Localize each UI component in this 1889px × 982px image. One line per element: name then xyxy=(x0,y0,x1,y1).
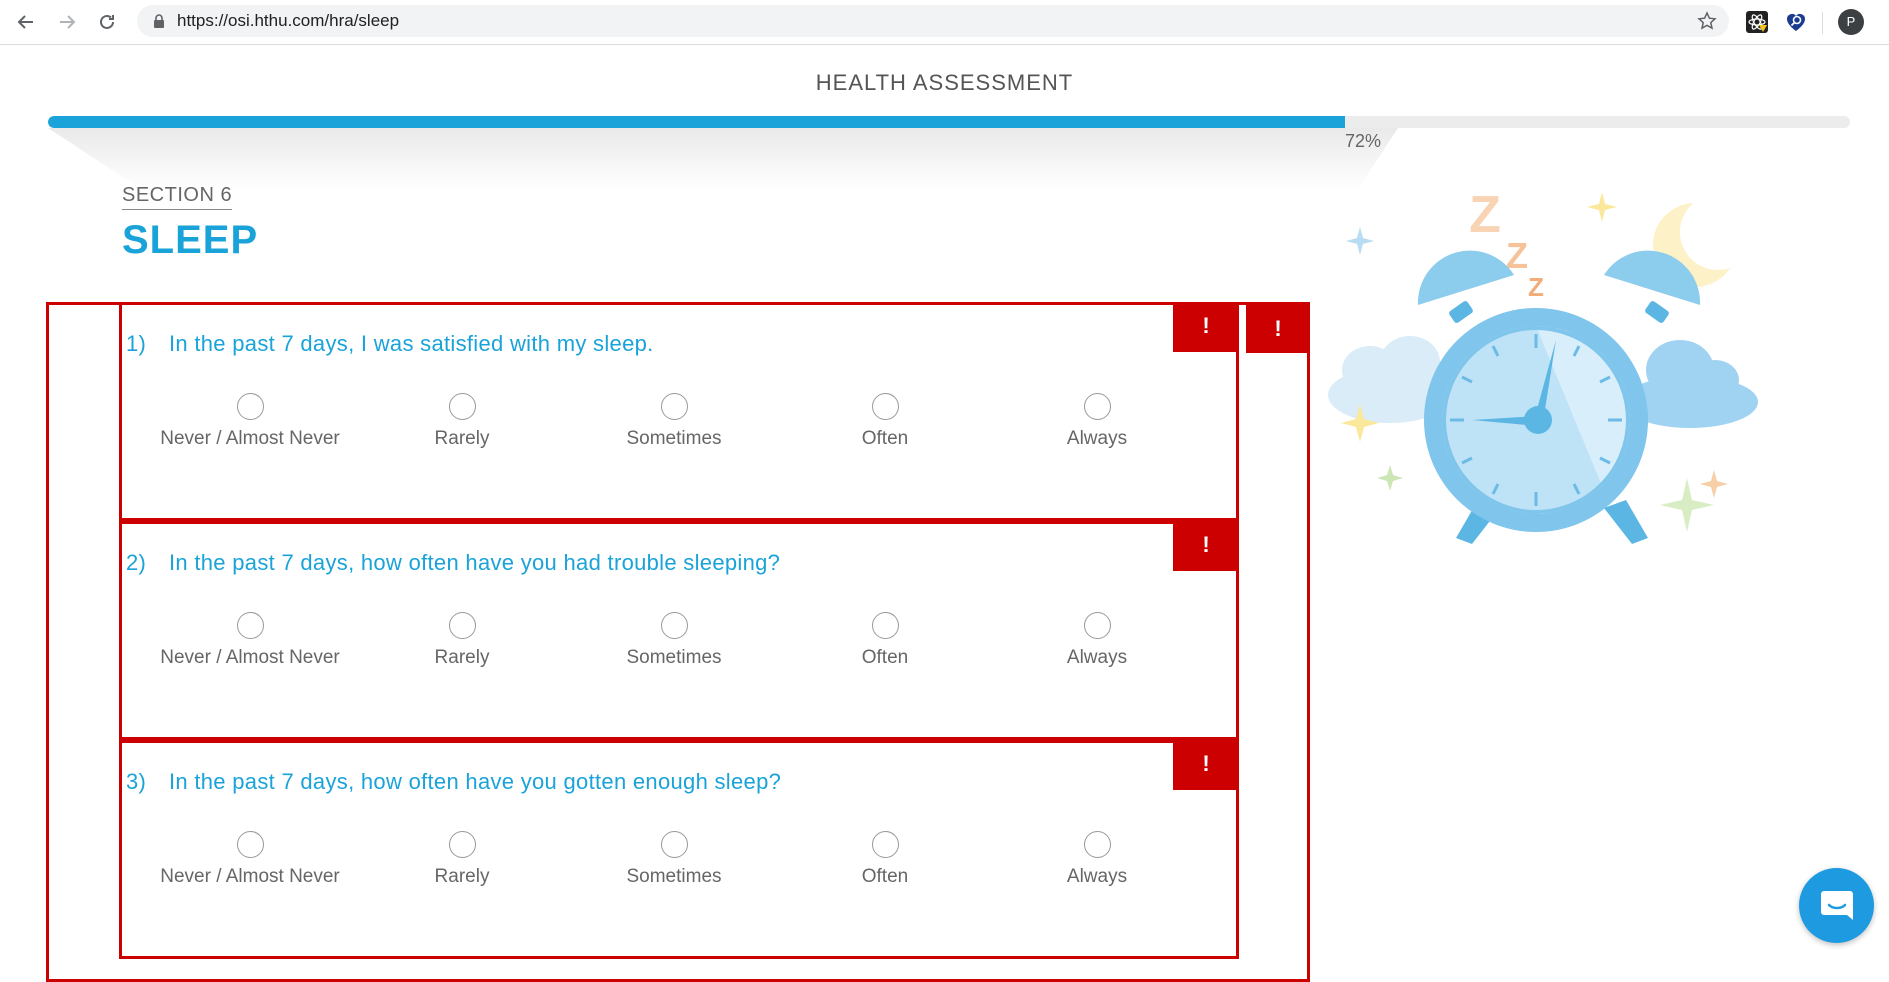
radio-button[interactable] xyxy=(871,393,899,420)
question-text: 2) In the past 7 days, how often have you… xyxy=(126,550,780,576)
option-label: Sometimes xyxy=(626,647,722,668)
question-number: 2) xyxy=(126,550,147,575)
radio-button[interactable] xyxy=(660,393,688,420)
assessment-title: HEALTH ASSESSMENT xyxy=(815,70,1074,95)
radio-button[interactable] xyxy=(448,393,476,420)
option-label: Often xyxy=(861,866,909,887)
question-card-2: ! 2) In the past 7 days, how often have y… xyxy=(119,521,1239,740)
option-label: Rarely xyxy=(434,866,490,887)
option-label: Often xyxy=(861,428,909,449)
option-never[interactable]: Never / Almost Never xyxy=(160,831,340,891)
option-rarely[interactable]: Rarely xyxy=(372,612,552,672)
radio-button[interactable] xyxy=(871,612,899,639)
option-label: Rarely xyxy=(434,647,490,668)
address-bar[interactable]: https://osi.hthu.com/hra/sleep xyxy=(137,5,1729,37)
svg-text:Z: Z xyxy=(1469,186,1501,244)
option-label: Never / Almost Never xyxy=(160,866,340,887)
option-never[interactable]: Never / Almost Never xyxy=(160,612,340,672)
profile-avatar[interactable]: P xyxy=(1838,9,1864,35)
question-card-1: ! 1) In the past 7 days, I was satisfied … xyxy=(119,302,1239,521)
forward-button[interactable] xyxy=(53,8,81,36)
alarm-clock-illustration: Z Z Z xyxy=(1328,186,1758,544)
option-often[interactable]: Often xyxy=(795,831,975,891)
arrow-right-icon xyxy=(60,15,76,29)
option-always[interactable]: Always xyxy=(1007,393,1187,453)
star-icon[interactable] xyxy=(1697,11,1717,31)
progress-bar xyxy=(48,116,1850,128)
question-text: 1) In the past 7 days, I was satisfied wi… xyxy=(126,331,654,357)
radio-button[interactable] xyxy=(236,612,264,639)
option-label: Always xyxy=(1066,428,1128,449)
extension-heart-search-icon[interactable] xyxy=(1784,10,1808,34)
option-label: Always xyxy=(1066,866,1128,887)
option-label: Rarely xyxy=(434,428,490,449)
radio-button[interactable] xyxy=(448,612,476,639)
error-badge: ! xyxy=(1173,302,1239,352)
option-always[interactable]: Always xyxy=(1007,612,1187,672)
progress-percent: 72% xyxy=(1345,131,1382,151)
back-button[interactable] xyxy=(12,8,40,36)
extension-react-icon[interactable] xyxy=(1745,10,1769,34)
question-number: 1) xyxy=(126,331,147,356)
option-always[interactable]: Always xyxy=(1007,831,1187,891)
option-sometimes[interactable]: Sometimes xyxy=(584,612,764,672)
radio-button[interactable] xyxy=(1083,393,1111,420)
chat-launcher-button[interactable] xyxy=(1799,868,1874,943)
url-text[interactable]: https://osi.hthu.com/hra/sleep xyxy=(177,5,399,37)
radio-button[interactable] xyxy=(236,393,264,420)
radio-button[interactable] xyxy=(660,831,688,858)
option-label: Often xyxy=(861,647,909,668)
option-rarely[interactable]: Rarely xyxy=(372,831,552,891)
question-card-3: ! 3) In the past 7 days, how often have y… xyxy=(119,740,1239,959)
reload-button[interactable] xyxy=(93,8,121,36)
radio-button[interactable] xyxy=(236,831,264,858)
option-sometimes[interactable]: Sometimes xyxy=(584,393,764,453)
radio-button[interactable] xyxy=(871,831,899,858)
browser-toolbar: https://osi.hthu.com/hra/sleep P xyxy=(0,0,1889,45)
radio-button[interactable] xyxy=(1083,831,1111,858)
lock-icon xyxy=(154,14,164,28)
progress-bar-fill xyxy=(48,116,1346,128)
option-rarely[interactable]: Rarely xyxy=(372,393,552,453)
radio-button[interactable] xyxy=(1083,612,1111,639)
option-label: Never / Almost Never xyxy=(160,428,340,449)
option-sometimes[interactable]: Sometimes xyxy=(584,831,764,891)
radio-button[interactable] xyxy=(660,612,688,639)
option-label: Sometimes xyxy=(626,866,722,887)
option-never[interactable]: Never / Almost Never xyxy=(160,393,340,453)
toolbar-divider xyxy=(1822,12,1823,34)
radio-button[interactable] xyxy=(448,831,476,858)
error-badge: ! xyxy=(1173,521,1239,571)
option-label: Always xyxy=(1066,647,1128,668)
question-text: 3) In the past 7 days, how often have you… xyxy=(126,769,781,795)
section-label: SECTION 6 xyxy=(122,184,233,210)
reload-icon xyxy=(100,14,114,29)
question-label: In the past 7 days, how often have you g… xyxy=(169,769,782,794)
option-label: Never / Almost Never xyxy=(160,647,340,668)
error-badge: ! xyxy=(1173,740,1239,790)
question-label: In the past 7 days, I was satisfied with… xyxy=(169,331,654,356)
question-number: 3) xyxy=(126,769,147,794)
question-label: In the past 7 days, how often have you h… xyxy=(169,550,781,575)
option-often[interactable]: Often xyxy=(795,612,975,672)
section-title: SLEEP xyxy=(122,218,259,262)
option-label: Sometimes xyxy=(626,428,722,449)
section-error-badge: ! xyxy=(1246,305,1310,353)
option-often[interactable]: Often xyxy=(795,393,975,453)
chat-bubble-icon xyxy=(1820,890,1853,920)
svg-text:Z: Z xyxy=(1528,272,1544,302)
arrow-left-icon xyxy=(17,15,33,29)
progress-shadow xyxy=(48,128,1398,190)
